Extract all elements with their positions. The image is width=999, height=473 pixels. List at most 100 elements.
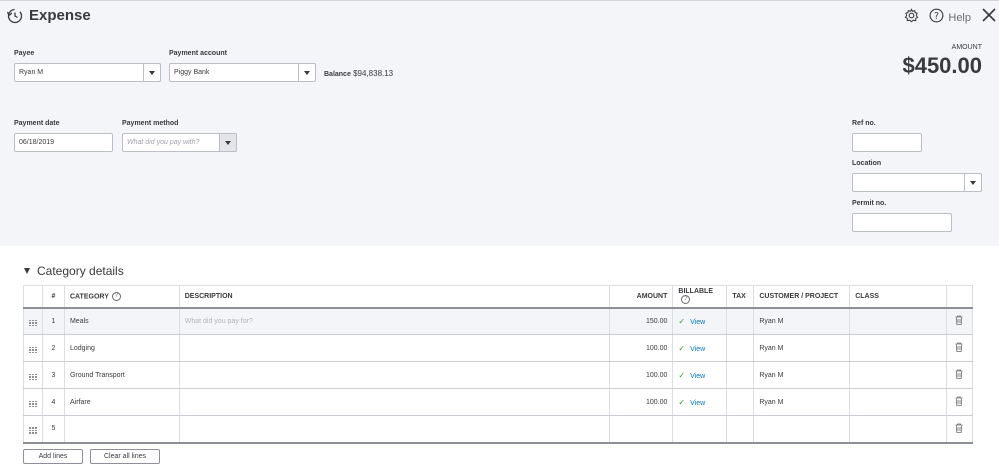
row-class[interactable] <box>849 307 947 335</box>
table-row[interactable]: 2 Lodging 100.00 ✓ View Ryan M <box>23 334 974 362</box>
ref-no-label: Ref no. <box>852 120 876 127</box>
row-category[interactable]: Lodging <box>63 334 180 362</box>
row-amount[interactable] <box>609 415 673 444</box>
trash-icon[interactable] <box>945 388 974 416</box>
payment-method-label: Payment method <box>122 120 179 127</box>
drag-handle-icon[interactable] <box>23 361 43 389</box>
row-category[interactable]: Airfare <box>63 388 180 416</box>
row-billable[interactable]: ✓ View <box>672 307 727 335</box>
row-tax[interactable] <box>726 334 754 362</box>
help-link[interactable]: Help <box>948 12 971 24</box>
question-icon[interactable]: ? <box>111 291 121 301</box>
payment-account-select[interactable]: Piggy Bank <box>169 63 316 82</box>
row-class[interactable] <box>849 388 947 416</box>
trash-icon[interactable] <box>945 334 974 362</box>
table-row[interactable]: 1 Meals What did you pay for? 150.00 ✓ Vi… <box>23 307 974 335</box>
col-billable-header: BILLABLE? <box>672 285 727 309</box>
row-billable[interactable]: ✓ View <box>672 334 727 362</box>
row-billable[interactable]: ✓ View <box>672 388 727 416</box>
close-icon[interactable] <box>981 7 997 28</box>
row-class[interactable] <box>849 415 947 444</box>
row-description[interactable] <box>178 388 610 416</box>
payment-date-field[interactable]: 06/18/2019 <box>14 133 113 152</box>
row-customer[interactable] <box>753 415 850 444</box>
payment-method-placeholder: What did you pay with? <box>127 139 200 146</box>
row-class[interactable] <box>849 361 947 389</box>
ref-no-field[interactable] <box>852 133 922 152</box>
payee-select[interactable]: Ryan M <box>14 63 161 82</box>
row-amount[interactable]: 100.00 <box>609 388 673 416</box>
row-customer[interactable]: Ryan M <box>753 388 850 416</box>
view-link[interactable]: View <box>690 346 705 353</box>
row-category[interactable] <box>63 415 180 444</box>
trash-icon[interactable] <box>945 307 974 335</box>
question-icon[interactable]: ? <box>681 295 691 305</box>
check-icon[interactable]: ✓ <box>678 398 685 407</box>
table-header-row: # CATEGORY? DESCRIPTION AMOUNT BILLABLE?… <box>23 285 974 309</box>
check-icon[interactable]: ✓ <box>678 317 685 326</box>
check-icon[interactable]: ✓ <box>678 371 685 380</box>
drag-handle-icon[interactable] <box>23 307 43 335</box>
row-description[interactable] <box>178 415 610 444</box>
balance-display: Balance $94,838.13 <box>324 69 393 78</box>
trash-icon[interactable] <box>945 361 974 389</box>
collapse-triangle-icon[interactable] <box>24 268 30 274</box>
table-row[interactable]: 4 Airfare 100.00 ✓ View Ryan M <box>23 388 974 416</box>
view-link[interactable]: View <box>690 373 705 380</box>
table-row[interactable]: 3 Ground Transport 100.00 ✓ View Ryan M <box>23 361 974 389</box>
chevron-down-icon[interactable] <box>298 63 316 82</box>
col-delete-header <box>945 285 974 309</box>
row-customer[interactable]: Ryan M <box>753 334 850 362</box>
row-tax[interactable] <box>726 415 754 444</box>
chevron-down-icon[interactable] <box>219 133 237 152</box>
row-class[interactable] <box>849 334 947 362</box>
col-description-header: DESCRIPTION <box>178 285 610 309</box>
row-billable[interactable]: ✓ View <box>672 361 727 389</box>
view-link[interactable]: View <box>690 400 705 407</box>
row-description[interactable] <box>178 334 610 362</box>
drag-handle-icon[interactable] <box>23 388 43 416</box>
balance-value: $94,838.13 <box>353 69 394 78</box>
category-details-table: # CATEGORY? DESCRIPTION AMOUNT BILLABLE?… <box>23 285 974 444</box>
drag-handle-icon[interactable] <box>23 415 43 444</box>
permit-no-label: Permit no. <box>852 200 887 207</box>
category-details-toggle[interactable]: Category details <box>24 264 124 278</box>
location-select[interactable] <box>852 173 982 192</box>
chevron-down-icon[interactable] <box>964 173 982 192</box>
help-icon[interactable]: ? <box>929 8 944 28</box>
payee-value: Ryan M <box>19 69 44 76</box>
row-tax[interactable] <box>726 307 754 335</box>
row-customer[interactable]: Ryan M <box>753 361 850 389</box>
col-category-header: CATEGORY? <box>63 285 180 309</box>
row-amount[interactable]: 150.00 <box>609 307 673 335</box>
clear-all-lines-button[interactable]: Clear all lines <box>90 449 160 464</box>
row-amount[interactable]: 100.00 <box>609 361 673 389</box>
row-tax[interactable] <box>726 361 754 389</box>
row-category[interactable]: Ground Transport <box>63 361 180 389</box>
row-tax[interactable] <box>726 388 754 416</box>
row-billable[interactable] <box>672 415 727 444</box>
row-amount[interactable]: 100.00 <box>609 334 673 362</box>
col-amount-header: AMOUNT <box>609 285 673 309</box>
chevron-down-icon[interactable] <box>143 63 161 82</box>
payment-date-label: Payment date <box>14 120 60 127</box>
check-icon[interactable]: ✓ <box>678 344 685 353</box>
drag-column-header <box>23 285 43 309</box>
view-link[interactable]: View <box>690 319 705 326</box>
gear-icon[interactable] <box>904 7 919 28</box>
location-label: Location <box>852 160 882 167</box>
payment-method-select[interactable]: What did you pay with? <box>122 133 237 152</box>
amount-label: AMOUNT <box>951 44 982 51</box>
permit-no-field[interactable] <box>852 213 952 232</box>
row-description[interactable] <box>178 361 610 389</box>
table-row[interactable]: 5 <box>23 415 974 444</box>
row-customer[interactable]: Ryan M <box>753 307 850 335</box>
history-icon[interactable] <box>6 7 23 24</box>
row-num: 3 <box>42 361 65 389</box>
add-lines-button[interactable]: Add lines <box>23 449 83 464</box>
row-category[interactable]: Meals <box>63 307 180 335</box>
drag-handle-icon[interactable] <box>23 334 43 362</box>
row-description[interactable]: What did you pay for? <box>178 307 610 335</box>
trash-icon[interactable] <box>945 415 974 444</box>
title-area: Expense <box>6 7 91 24</box>
